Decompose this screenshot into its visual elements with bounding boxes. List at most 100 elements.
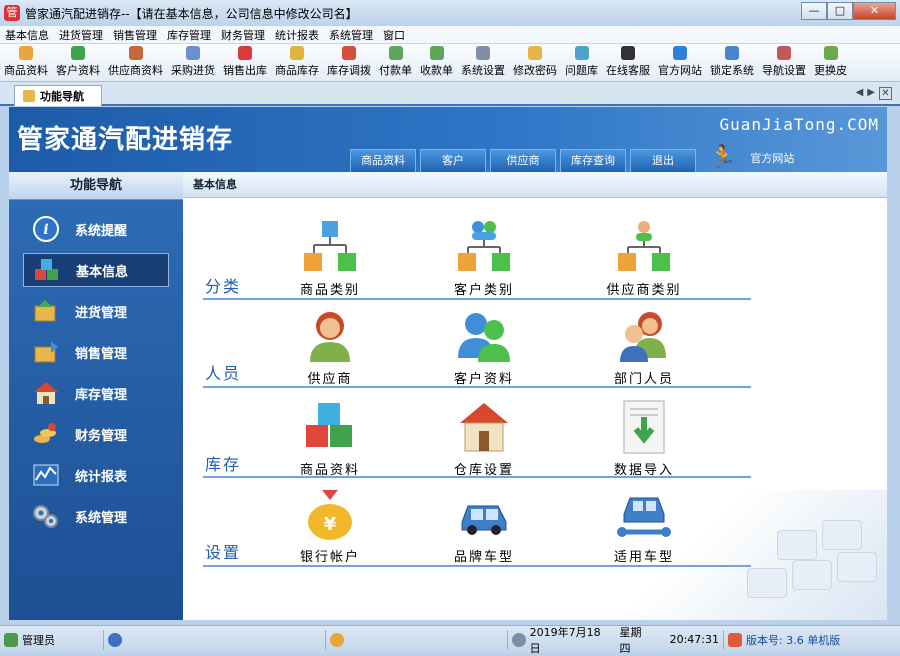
sidebar-item-label: 进货管理 bbox=[75, 305, 128, 321]
toolbar-button[interactable]: 系统设置 bbox=[457, 46, 509, 81]
feature-item[interactable]: 客户资料 bbox=[429, 308, 539, 387]
toolbar-button[interactable]: 收款单 bbox=[416, 46, 457, 81]
money-bag-icon: ¥ bbox=[302, 486, 358, 542]
tab-right-icon[interactable]: ▶ bbox=[867, 87, 875, 100]
feature-label: 供应商类别 bbox=[606, 283, 682, 298]
running-man-icon: 🏃 bbox=[709, 145, 737, 170]
toolbar: 商品资料 客户资料 供应商资料 采购进货 销售出库 商品库存 库存调拨 付款单 收款单 系统设置修… bbox=[0, 44, 900, 82]
menu-sales[interactable]: 销售管理 bbox=[108, 27, 162, 43]
person-icon bbox=[302, 308, 358, 364]
toolbar-button[interactable]: 导航设置 bbox=[758, 46, 810, 81]
toolbar-button[interactable]: 商品库存 bbox=[271, 46, 323, 81]
sidebar-item[interactable]: i 系统提醒 bbox=[23, 212, 169, 246]
official-site-link[interactable]: 🏃 官方网站 bbox=[709, 145, 794, 170]
toolbar-label: 在线客服 bbox=[606, 64, 650, 77]
menu-basic-info[interactable]: 基本信息 bbox=[0, 27, 54, 43]
sidebar-item[interactable]: 财务管理 bbox=[23, 417, 169, 451]
sidebar-item[interactable]: 库存管理 bbox=[23, 376, 169, 410]
sidebar-item-label: 基本信息 bbox=[76, 264, 129, 280]
feature-label: 商品资料 bbox=[299, 463, 360, 478]
banner-tab-stock-query[interactable]: 库存查询 bbox=[560, 149, 626, 172]
feature-label: 客户资料 bbox=[453, 372, 514, 387]
toolbar-label: 库存调拨 bbox=[327, 64, 371, 77]
home-icon bbox=[728, 632, 742, 647]
toolbar-button[interactable]: 客户资料 bbox=[52, 46, 104, 81]
toolbar-label: 商品库存 bbox=[275, 64, 319, 77]
menu-inventory[interactable]: 库存管理 bbox=[162, 27, 216, 43]
sidebar-item[interactable]: 基本信息 bbox=[23, 253, 169, 287]
menu-window[interactable]: 窗口 bbox=[378, 27, 410, 43]
feature-item[interactable]: 仓库设置 bbox=[429, 399, 539, 478]
section-title: 设置 bbox=[205, 543, 242, 562]
box-in-icon bbox=[31, 297, 61, 325]
menu-reports[interactable]: 统计报表 bbox=[270, 27, 324, 43]
feature-item[interactable]: 品牌车型 bbox=[429, 486, 539, 565]
feature-item[interactable]: 数据导入 bbox=[589, 399, 699, 478]
toolbar-button[interactable]: 在线客服 bbox=[602, 46, 654, 81]
sidebar-item[interactable]: 统计报表 bbox=[23, 458, 169, 492]
sidebar-item[interactable]: 销售管理 bbox=[23, 335, 169, 369]
toolbar-label: 供应商资料 bbox=[108, 64, 163, 77]
svg-text:¥: ¥ bbox=[324, 514, 337, 535]
car-icon bbox=[456, 486, 512, 542]
sidebar-item-label: 统计报表 bbox=[75, 469, 128, 485]
menu-system[interactable]: 系统管理 bbox=[324, 27, 378, 43]
menu-bar: 基本信息 进货管理 销售管理 库存管理 财务管理 统计报表 系统管理 窗口 bbox=[0, 26, 900, 44]
toolbar-icon bbox=[19, 46, 33, 60]
toolbar-button[interactable]: 采购进货 bbox=[167, 46, 219, 81]
feature-item[interactable]: 供应商 bbox=[275, 308, 385, 387]
sidebar-item-label: 库存管理 bbox=[75, 387, 128, 403]
official-site-label: 官方网站 bbox=[750, 151, 795, 165]
toolbar-icon bbox=[823, 46, 838, 60]
menu-purchase[interactable]: 进货管理 bbox=[54, 27, 108, 43]
toolbar-icon bbox=[290, 46, 304, 60]
feature-item[interactable]: 部门人员 bbox=[589, 308, 699, 387]
feature-item[interactable]: 客户类别 bbox=[429, 219, 539, 298]
toolbar-icon bbox=[186, 46, 200, 60]
banner-tab-suppliers[interactable]: 供应商 bbox=[490, 149, 556, 172]
feature-item[interactable]: 商品资料 bbox=[275, 399, 385, 478]
feature-item[interactable]: 供应商类别 bbox=[589, 219, 699, 298]
toolbar-button[interactable]: 官方网站 bbox=[654, 46, 706, 81]
close-button[interactable]: ✕ bbox=[853, 2, 896, 20]
toolbar-icon bbox=[128, 46, 143, 60]
sidebar-item[interactable]: 进货管理 bbox=[23, 294, 169, 328]
maximize-button[interactable]: □ bbox=[827, 2, 853, 20]
toolbar-icon bbox=[777, 46, 791, 60]
toolbar-button[interactable]: 商品资料 bbox=[0, 46, 52, 81]
toolbar-icon bbox=[238, 46, 252, 60]
sidebar-item[interactable]: 系统管理 bbox=[23, 499, 169, 533]
toolbar-label: 客户资料 bbox=[56, 64, 100, 77]
cubes-icon bbox=[32, 256, 62, 284]
toolbar-button[interactable]: 供应商资料 bbox=[104, 46, 167, 81]
minimize-button[interactable]: — bbox=[801, 2, 827, 20]
feature-item[interactable]: 适用车型 bbox=[589, 486, 699, 565]
status-cell-3 bbox=[326, 629, 508, 650]
toolbar-button[interactable]: 库存调拨 bbox=[323, 46, 375, 81]
chart-icon bbox=[31, 461, 61, 489]
feature-item[interactable]: ¥ 银行帐户 bbox=[275, 486, 385, 565]
date-text: 2019年7月18日 bbox=[529, 625, 601, 655]
toolbar-button[interactable]: 更换皮 bbox=[810, 46, 851, 81]
toolbar-button[interactable]: 锁定系统 bbox=[706, 46, 758, 81]
status-version: 版本号: 3.6 单机版 bbox=[724, 630, 900, 650]
banner-tab-customers[interactable]: 客户 bbox=[420, 149, 486, 172]
feature-label: 品牌车型 bbox=[453, 550, 514, 565]
status-user: 管理员 bbox=[0, 629, 104, 650]
toolbar-button[interactable]: 销售出库 bbox=[219, 46, 271, 81]
banner-tabs: 商品资料 客户 供应商 库存查询 退出 bbox=[350, 149, 696, 172]
toolbar-button[interactable]: 问题库 bbox=[561, 46, 602, 81]
tab-left-icon[interactable]: ◀ bbox=[856, 87, 864, 100]
toolbar-button[interactable]: 修改密码 bbox=[509, 46, 561, 81]
toolbar-label: 更换皮 bbox=[814, 64, 847, 77]
tab-bar: 功能导航 ◀ ▶ ✕ bbox=[0, 82, 900, 106]
banner-tab-products[interactable]: 商品资料 bbox=[350, 149, 416, 172]
title-bar: 管 管家通汽配进销存--【请在基本信息，公司信息中修改公司名】 — □ ✕ bbox=[0, 0, 900, 26]
tab-navigation[interactable]: 功能导航 bbox=[14, 85, 102, 106]
toolbar-button[interactable]: 付款单 bbox=[375, 46, 416, 81]
tab-close-icon[interactable]: ✕ bbox=[879, 87, 892, 100]
banner-tab-exit[interactable]: 退出 bbox=[630, 149, 696, 172]
feature-item[interactable]: 商品类别 bbox=[275, 219, 385, 298]
info-icon: i bbox=[31, 215, 61, 243]
menu-finance[interactable]: 财务管理 bbox=[216, 27, 270, 43]
